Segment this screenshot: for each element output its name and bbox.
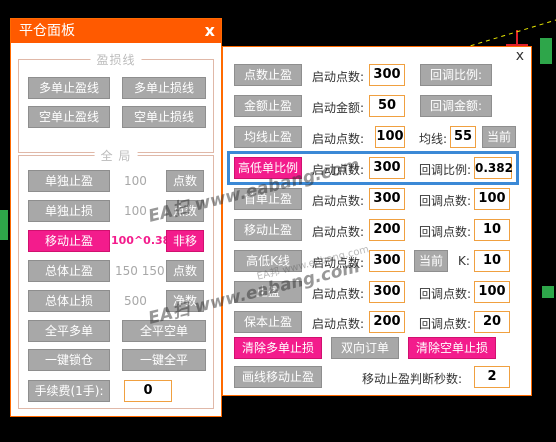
start-points-label: 启动点数: [312, 317, 365, 331]
amount-take-profit-button[interactable]: 金额止盈 [234, 95, 302, 117]
long-take-profit-line-button[interactable]: 多单止盈线 [28, 77, 110, 99]
long-stop-loss-line-button[interactable]: 多单止损线 [122, 77, 206, 99]
points-take-profit-button[interactable]: 点数止盈 [234, 64, 302, 86]
pullback-amount-button[interactable]: 回调金额: [420, 95, 492, 117]
total-take-profit-mode-button[interactable]: 点数 [166, 260, 204, 282]
group-title: 全 局 [94, 147, 138, 164]
single-stop-loss-mode-button[interactable]: 点数 [166, 200, 204, 222]
high-low-ratio-button[interactable]: 高低单比例 [234, 157, 302, 179]
start-points-label: 启动点数: [312, 287, 365, 301]
chart-candle [0, 210, 8, 240]
one-click-close-all-button[interactable]: 一键全平 [122, 349, 206, 371]
panel-titlebar: 平仓面板 x [11, 19, 221, 43]
trailing-take-profit-button[interactable]: 移动止盈 [28, 230, 110, 252]
pullback-points-label: 回调点数: [419, 317, 472, 331]
start-points-label: 启动点数: [312, 70, 365, 84]
pullback-points-input[interactable]: 100 [474, 188, 510, 210]
chart-candle [542, 286, 554, 298]
breakeven-take-profit-button[interactable]: 保本止盈 [234, 311, 302, 333]
first-order-take-profit-button[interactable]: 首单止盈 [234, 188, 302, 210]
start-points-input[interactable]: 300 [369, 250, 405, 272]
close-icon[interactable]: x [205, 19, 215, 43]
pullback-points-label: 回调点数: [419, 225, 472, 239]
one-click-lock-button[interactable]: 一键锁仓 [28, 349, 110, 371]
start-amount-input[interactable]: 50 [369, 95, 405, 117]
pullback-points-input[interactable]: 10 [474, 219, 510, 241]
pullback-ratio-input[interactable]: 0.382 [474, 157, 513, 179]
k-label: K: [458, 254, 470, 268]
fee-input[interactable]: 0 [124, 380, 172, 402]
total-stop-loss-value: 500 [124, 294, 147, 308]
close-panel: 平仓面板 x 盈损线 多单止盈线 多单止损线 空单止盈线 空单止损线 全 局 单… [10, 18, 222, 417]
start-points-input[interactable]: 200 [369, 219, 405, 241]
pullback-points-input[interactable]: 20 [474, 311, 510, 333]
total-take-profit-value: 150 150 [115, 264, 165, 278]
trailing-seconds-input[interactable]: 2 [474, 366, 510, 388]
group-title: 盈损线 [90, 51, 142, 68]
ma-take-profit-button[interactable]: 均线止盈 [234, 126, 302, 148]
short-stop-loss-line-button[interactable]: 空单止损线 [122, 106, 206, 128]
close-icon[interactable]: x [516, 48, 524, 64]
single-stop-loss-button[interactable]: 单独止损 [28, 200, 110, 222]
start-points-label: 启动点数: [312, 256, 365, 270]
short-take-profit-line-button[interactable]: 空单止盈线 [28, 106, 110, 128]
close-all-long-button[interactable]: 全平多单 [28, 320, 110, 342]
trailing-seconds-label: 移动止盈判断秒数: [362, 372, 463, 386]
current-button[interactable]: 当前 [414, 250, 448, 272]
single-take-profit-value: 100 [124, 174, 147, 188]
total-stop-loss-mode-button[interactable]: 净数 [166, 290, 204, 312]
start-points-input[interactable]: 300 [369, 188, 405, 210]
trailing-mode-button[interactable]: 非移 [166, 230, 204, 252]
ma-period-input[interactable]: 55 [450, 126, 476, 148]
start-points-label: 启动点数: [312, 132, 365, 146]
start-amount-label: 启动金额: [312, 101, 365, 115]
start-points-input[interactable]: 300 [369, 64, 405, 86]
close-all-short-button[interactable]: 全平空单 [122, 320, 206, 342]
current-button[interactable]: 当前 [482, 126, 516, 148]
single-stop-loss-value: 100 [124, 204, 147, 218]
take-profit-button[interactable]: 止盈 [234, 281, 302, 303]
ma-label: 均线: [419, 132, 448, 146]
total-take-profit-button[interactable]: 总体止盈 [28, 260, 110, 282]
start-points-label: 启动点数: [312, 163, 365, 177]
draw-line-trailing-button[interactable]: 画线移动止盈 [234, 366, 322, 388]
fee-label: 手续费(1手): [28, 380, 110, 402]
trailing-take-profit-button[interactable]: 移动止盈 [234, 219, 302, 241]
two-way-order-button[interactable]: 双向订单 [331, 337, 399, 359]
start-points-label: 启动点数: [312, 194, 365, 208]
high-low-kline-button[interactable]: 高低K线 [234, 250, 302, 272]
start-points-input[interactable]: 200 [369, 311, 405, 333]
start-points-label: 启动点数: [312, 225, 365, 239]
clear-long-stop-loss-button[interactable]: 清除多单止损 [234, 337, 322, 359]
start-points-input[interactable]: 300 [369, 281, 405, 303]
pullback-ratio-button[interactable]: 回调比例: [420, 64, 492, 86]
clear-short-stop-loss-button[interactable]: 清除空单止损 [408, 337, 496, 359]
panel-title: 平仓面板 [19, 23, 75, 39]
single-take-profit-mode-button[interactable]: 点数 [166, 170, 204, 192]
start-points-input[interactable]: 300 [369, 157, 405, 179]
k-count-input[interactable]: 10 [474, 250, 510, 272]
total-stop-loss-button[interactable]: 总体止损 [28, 290, 110, 312]
start-points-input[interactable]: 100 [375, 126, 405, 148]
pullback-ratio-label: 回调比例: [419, 163, 472, 177]
pullback-points-label: 回调点数: [419, 194, 472, 208]
single-take-profit-button[interactable]: 单独止盈 [28, 170, 110, 192]
pullback-points-label: 回调点数: [419, 287, 472, 301]
pullback-points-input[interactable]: 100 [474, 281, 510, 303]
